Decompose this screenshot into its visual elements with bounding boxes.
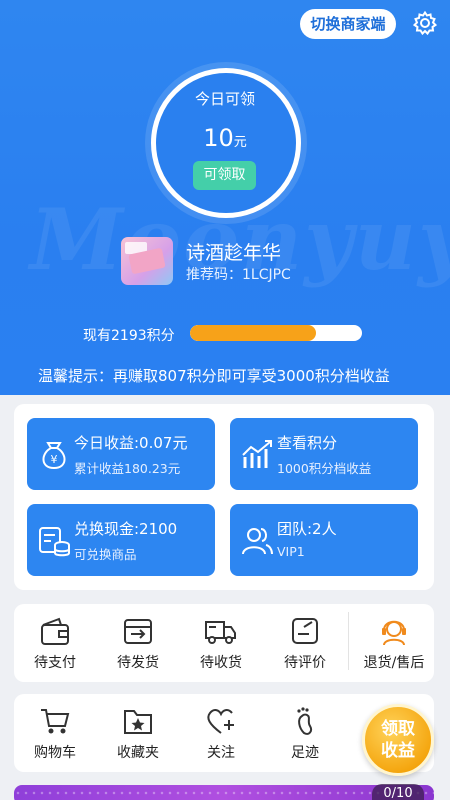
bar-chart-icon [242,440,272,468]
footprint-icon [297,707,313,735]
order-pending-review[interactable]: 待评价 [265,612,345,682]
promo-banner-pattern [14,790,434,796]
today-claimable-title: 今日可领 [194,90,255,108]
page-indicator: 0/10 [372,784,424,800]
truck-icon [205,621,236,644]
order-pending-payment-label: 待支付 [34,655,76,671]
referral-code: 推荐码：1LCJPC [186,267,291,283]
vip-level-sub: VIP1 [277,544,305,559]
view-points-card[interactable]: 查看积分 1000积分档收益 [230,418,418,490]
points-tier-sub: 1000积分档收益 [277,461,372,476]
footprint-label: 足迹 [291,745,319,761]
order-pending-receipt-label: 待收货 [200,655,242,671]
claim-earnings-float-button[interactable]: 领取 收益 [362,704,434,776]
today-amount-value: 10 [203,124,234,152]
avatar[interactable] [121,237,173,285]
redeem-goods-sub: 可兑换商品 [74,547,137,562]
heart-plus-icon [207,709,234,734]
package-icon [124,619,152,644]
gear-icon[interactable] [412,10,438,36]
redeem-cash-title: 兑换现金:2100 [74,520,178,538]
order-pending-receipt[interactable]: 待收货 [181,612,261,682]
total-earnings-sub: 累计收益180.23元 [74,461,181,476]
favorites-label: 收藏夹 [117,745,159,761]
order-returns[interactable]: 退货/售后 [354,612,434,682]
order-pending-shipment-label: 待发货 [117,655,159,671]
money-bag-icon: ¥ [42,442,66,470]
team-title: 团队:2人 [277,520,337,538]
claim-button[interactable]: 可领取 [193,161,256,190]
switch-merchant-button[interactable]: 切换商家端 [300,9,396,39]
view-points-title: 查看积分 [277,434,338,452]
orders-panel: 待支付 待发货 待收货 待评价 退货/售后 [14,604,434,682]
cart-icon [41,709,70,734]
review-icon [292,618,318,644]
wallet-icon [41,617,69,645]
points-progress-bar [190,325,362,341]
team-icon [242,528,273,555]
order-pending-review-label: 待评价 [284,655,326,671]
svg-text:¥: ¥ [51,453,58,466]
follow-entry[interactable]: 关注 [181,702,261,772]
claim-earnings-line1: 领取 [381,719,415,739]
folder-star-icon [124,710,152,734]
tip-text: 温馨提示：再赚取807积分即可享受3000积分档收益 [38,367,390,385]
claim-earnings-line2: 收益 [381,741,415,761]
stats-panel: ¥ 今日收益:0.07元 累计收益180.23元 查看积分 1000积分档收益 [14,404,434,590]
points-progress-fill [190,325,316,341]
today-amount-unit: 元 [233,135,247,150]
team-card[interactable]: 团队:2人 VIP1 [230,504,418,576]
hero-header: Moonyuy 切换商家端 今日可领 10元 可领取 诗酒趁年华 推荐码：1LC… [0,0,450,395]
order-returns-label: 退货/售后 [363,655,425,671]
coins-icon [39,527,70,557]
follow-label: 关注 [207,745,235,761]
order-pending-payment[interactable]: 待支付 [15,612,95,682]
user-name: 诗酒趁年华 [186,242,282,264]
orders-divider [348,612,349,670]
favorites-entry[interactable]: 收藏夹 [98,702,178,772]
footprint-entry[interactable]: 足迹 [265,702,345,772]
customer-service-icon [382,620,406,646]
today-earnings-card[interactable]: ¥ 今日收益:0.07元 累计收益180.23元 [27,418,215,490]
order-pending-shipment[interactable]: 待发货 [98,612,178,682]
cart-entry[interactable]: 购物车 [15,702,95,772]
today-amount: 10元 [0,124,450,152]
points-label: 现有2193积分 [83,328,175,344]
today-earnings-title: 今日收益:0.07元 [74,434,188,452]
redeem-cash-card[interactable]: 兑换现金:2100 可兑换商品 [27,504,215,576]
cart-label: 购物车 [34,745,76,761]
promo-banner[interactable] [14,785,434,800]
